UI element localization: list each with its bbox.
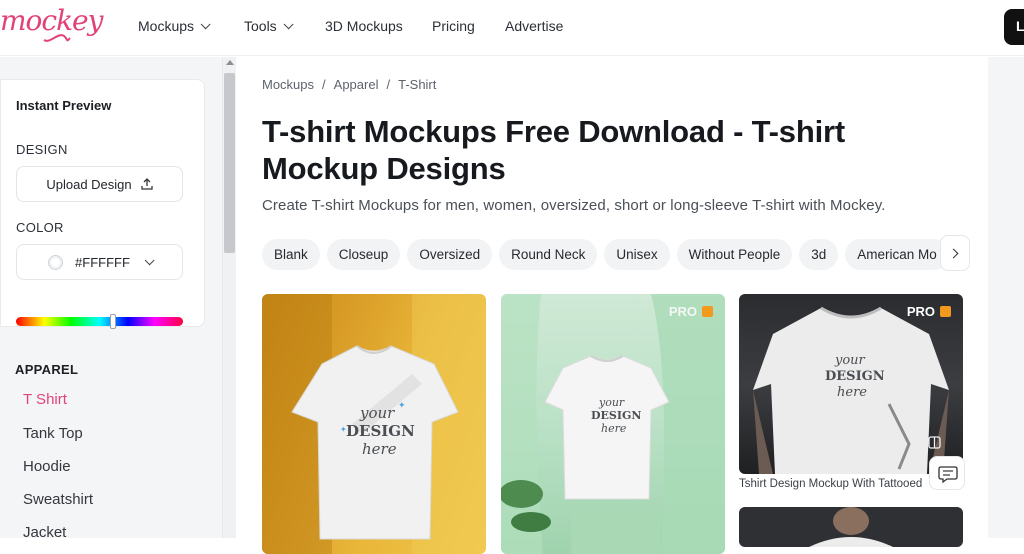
- pro-badge: PRO: [669, 304, 713, 319]
- svg-text:✦: ✦: [398, 400, 406, 410]
- breadcrumb-apparel[interactable]: Apparel: [334, 77, 379, 92]
- category-chips: Blank Closeup Oversized Round Neck Unisex Wit…: [262, 239, 952, 271]
- upload-design-label: Upload Design: [46, 176, 132, 192]
- main-content: Mockups / Apparel / T-Shirt T-shirt Mock…: [236, 57, 988, 554]
- pro-badge-label: PRO: [668, 304, 697, 319]
- design-text-here: here: [362, 440, 397, 458]
- upload-design-button[interactable]: Upload Design: [16, 166, 183, 202]
- nav-item-advertise[interactable]: Advertise: [505, 18, 563, 34]
- chip-american-mo[interactable]: American Mo: [845, 239, 949, 270]
- nav-item-label: 3D Mockups: [325, 18, 403, 34]
- chip-oversized[interactable]: Oversized: [407, 239, 493, 270]
- nav-item-mockups[interactable]: Mockups: [138, 18, 211, 34]
- chevron-down-icon: [144, 254, 155, 265]
- design-text-here: here: [837, 385, 867, 400]
- login-button[interactable]: L: [1004, 9, 1024, 45]
- logo-swash-icon: [43, 34, 71, 42]
- scroll-up-icon[interactable]: [226, 60, 234, 65]
- sidebar-item-jacket[interactable]: Jacket: [23, 524, 66, 541]
- filter-sidebar: Instant Preview DESIGN Upload Design COL…: [0, 57, 222, 541]
- tshirt-mockup-image: [809, 507, 893, 547]
- chip-without-people[interactable]: Without People: [676, 239, 793, 270]
- mockup-card[interactable]: your DESIGN here PRO: [739, 294, 963, 474]
- instant-preview-panel: Instant Preview DESIGN Upload Design COL…: [0, 79, 205, 329]
- breadcrumb-t-shirt[interactable]: T-Shirt: [398, 77, 436, 92]
- sidebar-item-t-shirt[interactable]: T Shirt: [23, 391, 67, 408]
- sidebar-item-tank-top[interactable]: Tank Top: [23, 425, 83, 442]
- color-hex-value: #FFFFFF: [75, 254, 130, 270]
- top-navigation-bar: mockey Mockups Tools 3D Mockups Pricing …: [0, 0, 1024, 56]
- chip-3d[interactable]: 3d: [799, 239, 839, 270]
- design-text-here: here: [601, 422, 627, 435]
- sidebar-item-hoodie[interactable]: Hoodie: [23, 458, 71, 475]
- color-label: COLOR: [16, 220, 64, 235]
- pro-badge-label: PRO: [906, 304, 935, 319]
- nav-item-pricing[interactable]: Pricing: [432, 18, 475, 34]
- nav-item-label: Pricing: [432, 18, 475, 34]
- design-label: DESIGN: [16, 142, 68, 157]
- design-text-design: DESIGN: [346, 422, 415, 440]
- nav-item-label: Tools: [244, 18, 277, 34]
- nav-item-tools[interactable]: Tools: [244, 18, 294, 34]
- tshirt-mockup-image: your DESIGN here: [501, 294, 725, 554]
- svg-text:✦: ✦: [340, 425, 347, 434]
- chip-round-neck[interactable]: Round Neck: [499, 239, 598, 270]
- color-swatch: [48, 254, 64, 270]
- chevron-down-icon: [200, 18, 211, 29]
- apparel-section-title: APPAREL: [15, 362, 79, 377]
- breadcrumb-mockups[interactable]: Mockups: [262, 77, 314, 92]
- chip-blank[interactable]: Blank: [262, 239, 320, 270]
- design-text-your: your: [359, 404, 395, 422]
- crown-icon: [702, 306, 713, 317]
- pro-badge: PRO: [907, 304, 951, 319]
- tshirt-mockup-image: your DESIGN here: [753, 306, 949, 474]
- crown-icon: [940, 306, 951, 317]
- design-text-your: your: [834, 353, 866, 368]
- nav-item-label: Mockups: [138, 18, 195, 34]
- sidebar-item-sweatshirt[interactable]: Sweatshirt: [23, 491, 93, 508]
- sidebar-scrollbar[interactable]: [222, 57, 236, 538]
- design-text-design: DESIGN: [825, 369, 885, 384]
- mockup-card-caption[interactable]: Tshirt Design Mockup With Tattooed: [739, 478, 939, 490]
- page-subtitle: Create T-shirt Mockups for men, women, o…: [262, 197, 886, 214]
- nav-item-label: Advertise: [505, 18, 564, 34]
- nav-item-3d-mockups[interactable]: 3D Mockups: [325, 18, 403, 34]
- chat-button[interactable]: [929, 456, 965, 490]
- brand-logo[interactable]: mockey: [0, 4, 103, 42]
- upload-icon: [140, 178, 153, 190]
- right-gutter: [988, 57, 1024, 538]
- mockup-card[interactable]: your DESIGN here PRO: [501, 294, 725, 554]
- chips-next-button[interactable]: [940, 235, 970, 271]
- scrollbar-thumb[interactable]: [224, 73, 235, 253]
- color-select[interactable]: #FFFFFF: [16, 244, 183, 280]
- hue-slider-handle[interactable]: [110, 314, 116, 329]
- instant-preview-title: Instant Preview: [16, 98, 112, 113]
- chevron-down-icon: [283, 18, 294, 29]
- breadcrumb: Mockups / Apparel / T-Shirt: [262, 77, 436, 92]
- chat-icon: [938, 466, 958, 484]
- hue-slider[interactable]: [16, 314, 183, 329]
- mockup-card[interactable]: [739, 507, 963, 547]
- mockup-card[interactable]: your DESIGN here ✦ ✦: [262, 294, 486, 554]
- chip-closeup[interactable]: Closeup: [326, 239, 401, 270]
- design-text-design: DESIGN: [591, 409, 641, 422]
- tshirt-mockup-image: your DESIGN here ✦ ✦: [262, 294, 486, 554]
- chip-unisex[interactable]: Unisex: [604, 239, 670, 270]
- page-title: T-shirt Mockups Free Download - T-shirt …: [262, 114, 845, 186]
- breadcrumb-separator: /: [322, 77, 326, 92]
- breadcrumb-separator: /: [386, 77, 391, 92]
- design-text-your: your: [598, 396, 625, 409]
